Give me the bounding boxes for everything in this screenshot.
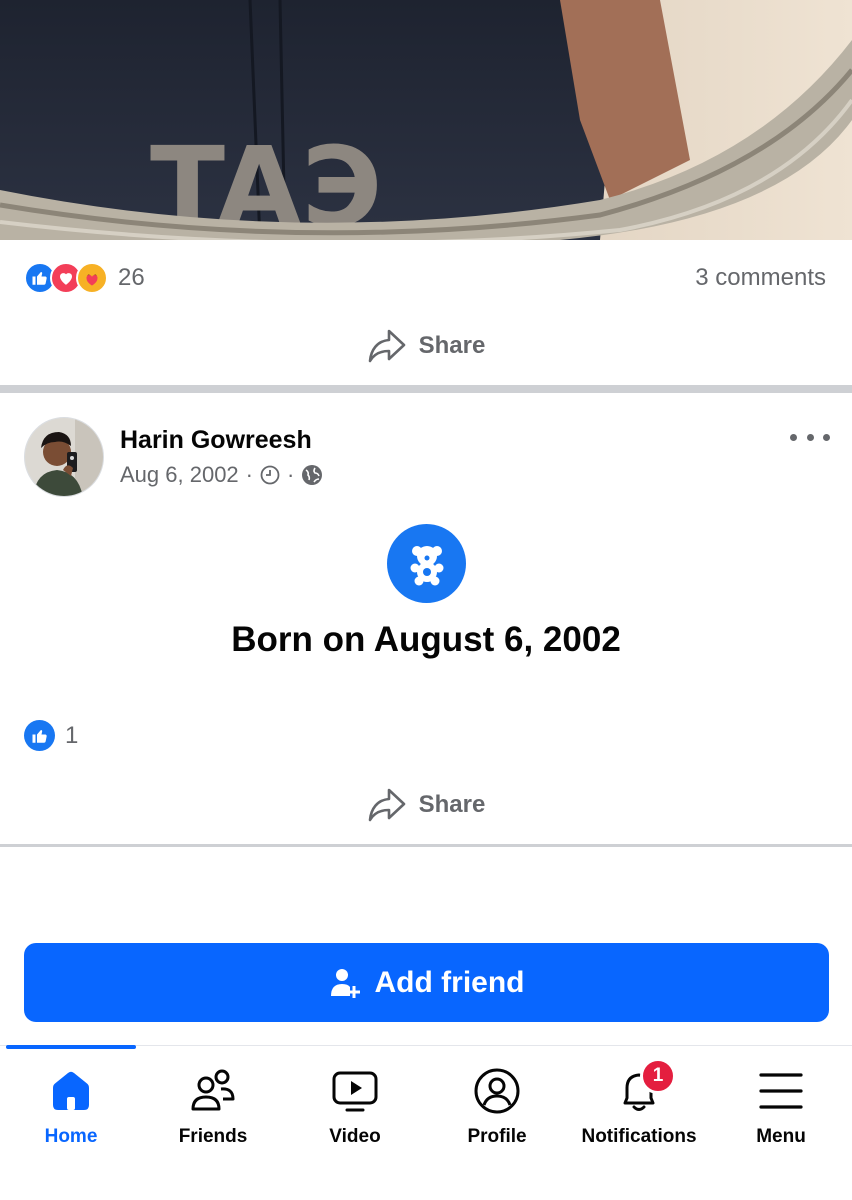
share-label: Share: [418, 332, 486, 359]
add-friend-label: Add friend: [374, 965, 525, 999]
tab-notifications[interactable]: 1 Notifications: [568, 1046, 710, 1156]
share-button[interactable]: Share: [0, 316, 852, 376]
tab-label: Friends: [178, 1126, 248, 1147]
share-icon: [368, 329, 405, 363]
profile-icon: [472, 1066, 522, 1116]
home-icon: [46, 1066, 96, 1116]
meta-separator: ·: [245, 462, 253, 487]
add-person-icon: [330, 968, 360, 998]
tab-profile[interactable]: Profile: [426, 1046, 568, 1156]
share-icon: [368, 788, 405, 822]
clock-icon: [260, 465, 280, 485]
video-icon: [330, 1066, 380, 1116]
post-meta: Aug 6, 2002 · ·: [120, 462, 323, 488]
tab-label: Video: [329, 1126, 381, 1147]
care-reaction-icon: [76, 262, 108, 294]
like-reaction-icon: [24, 720, 55, 751]
bell-icon: 1: [614, 1058, 676, 1116]
tab-video[interactable]: Video: [284, 1046, 426, 1156]
tab-home[interactable]: Home: [0, 1046, 142, 1156]
bottom-navigation: Home Friends Video Profile 1 Notificatio…: [0, 1045, 852, 1200]
tab-label: Home: [44, 1126, 98, 1147]
friends-icon: [188, 1066, 238, 1116]
meta-separator: ·: [287, 462, 295, 487]
tab-label: Menu: [756, 1126, 806, 1147]
notification-badge: 1: [640, 1058, 676, 1094]
globe-icon: [302, 465, 323, 485]
author-name[interactable]: Harin Gowreesh: [120, 426, 312, 455]
feed-page: TAЭ 26 3 comments Share Harin Gowreesh A…: [0, 0, 852, 1200]
comments-count-link[interactable]: 3 comments: [695, 264, 826, 292]
reaction-count: 26: [118, 264, 145, 291]
avatar[interactable]: [24, 417, 104, 497]
post-divider: [0, 385, 852, 393]
life-event-title: Born on August 6, 2002: [231, 620, 621, 659]
tab-label: Profile: [467, 1126, 527, 1147]
tab-label: Notifications: [581, 1126, 697, 1147]
post-divider: [0, 844, 852, 847]
post-date[interactable]: Aug 6, 2002: [120, 462, 239, 488]
more-options-icon[interactable]: [790, 430, 830, 444]
reaction-summary[interactable]: 1: [24, 720, 78, 751]
reaction-summary[interactable]: 26: [24, 262, 145, 294]
tab-menu[interactable]: Menu: [710, 1046, 852, 1156]
post-photo[interactable]: TAЭ: [0, 0, 852, 240]
menu-icon: [756, 1066, 806, 1116]
share-label: Share: [418, 791, 486, 818]
reaction-count: 1: [65, 721, 79, 749]
add-friend-button[interactable]: Add friend: [24, 943, 829, 1022]
share-button[interactable]: Share: [0, 775, 852, 835]
reactions-row: 26 3 comments: [0, 240, 852, 316]
tab-friends[interactable]: Friends: [142, 1046, 284, 1156]
teddy-bear-icon: [387, 524, 466, 603]
